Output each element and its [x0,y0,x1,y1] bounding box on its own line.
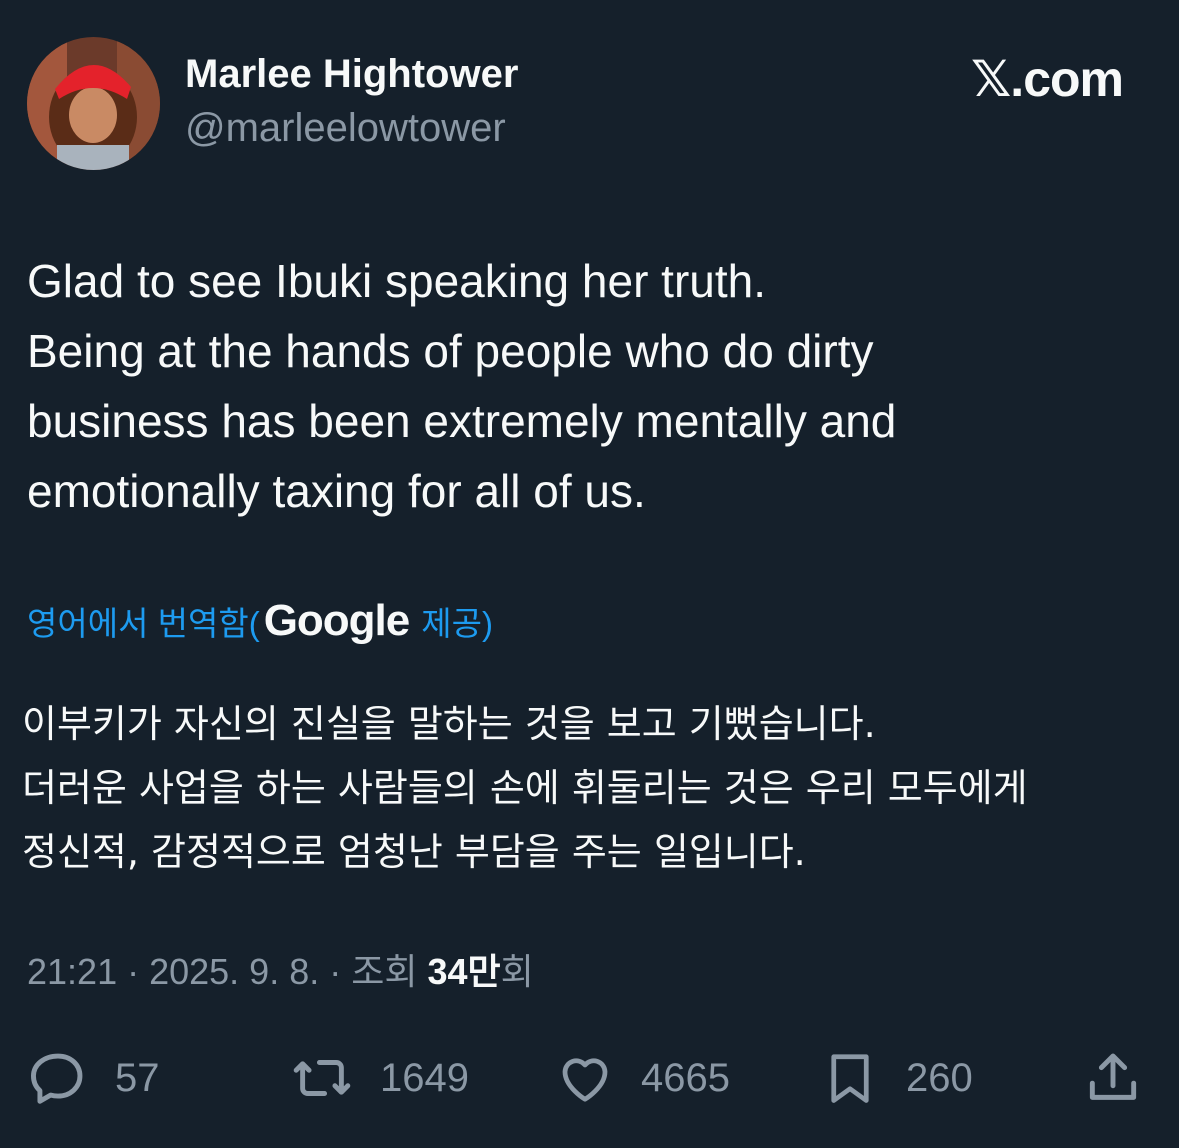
translated-line: 정신적, 감정적으로 엄청난 부담을 주는 일입니다. [22,830,806,874]
translation-suffix: 제공) [421,605,493,642]
repost-count: 1649 [380,1055,469,1100]
tweet-line: Glad to see Ibuki speaking her truth. [27,255,766,307]
translated-line: 이부키가 자신의 진실을 말하는 것을 보고 기뻤습니다. [22,702,876,746]
translation-prefix: 영어에서 번역함( [27,605,260,642]
view-count: 34만 [427,951,501,992]
translated-text: 이부키가 자신의 진실을 말하는 것을 보고 기뻤습니다. 더러운 사업을 하는… [22,692,1162,884]
view-suffix: 회 [500,951,534,992]
bookmark-count: 260 [906,1055,973,1100]
share-button[interactable] [1082,1040,1144,1116]
reply-icon [31,1053,83,1104]
bookmark-icon [831,1054,869,1103]
tweet-text: Glad to see Ibuki speaking her truth. Be… [27,246,1147,526]
translation-attribution[interactable]: 영어에서 번역함( Google 제공) [27,596,493,646]
like-count: 4665 [641,1055,730,1100]
tweet-meta: 21:21 · 2025. 9. 8. · 조회 34만 회 [27,943,534,995]
repost-icon [293,1060,351,1096]
tweet-line: business has been extremely mentally and [27,395,897,447]
reply-button[interactable]: 57 [27,1040,160,1116]
timestamp[interactable]: 21:21 · 2025. 9. 8. · 조회 [27,943,417,995]
google-logo: Google [263,596,411,645]
share-icon [1089,1053,1137,1100]
bookmark-button[interactable]: 260 [820,1040,973,1116]
like-button[interactable]: 4665 [555,1040,730,1116]
author-handle[interactable]: @marleelowtower [185,106,506,151]
like-icon [562,1058,608,1102]
translated-line: 더러운 사업을 하는 사람들의 손에 휘둘리는 것은 우리 모두에게 [22,766,1028,810]
brand-logo: 𝕏.com [971,51,1124,107]
avatar[interactable] [27,37,160,170]
author-name[interactable]: Marlee Hightower [185,52,518,97]
tweet-line: Being at the hands of people who do dirt… [27,325,874,377]
tweet-line: emotionally taxing for all of us. [27,465,646,517]
action-bar: 57 1649 4665 260 [0,1040,1179,1120]
repost-button[interactable]: 1649 [290,1040,469,1116]
reply-count: 57 [115,1055,160,1100]
